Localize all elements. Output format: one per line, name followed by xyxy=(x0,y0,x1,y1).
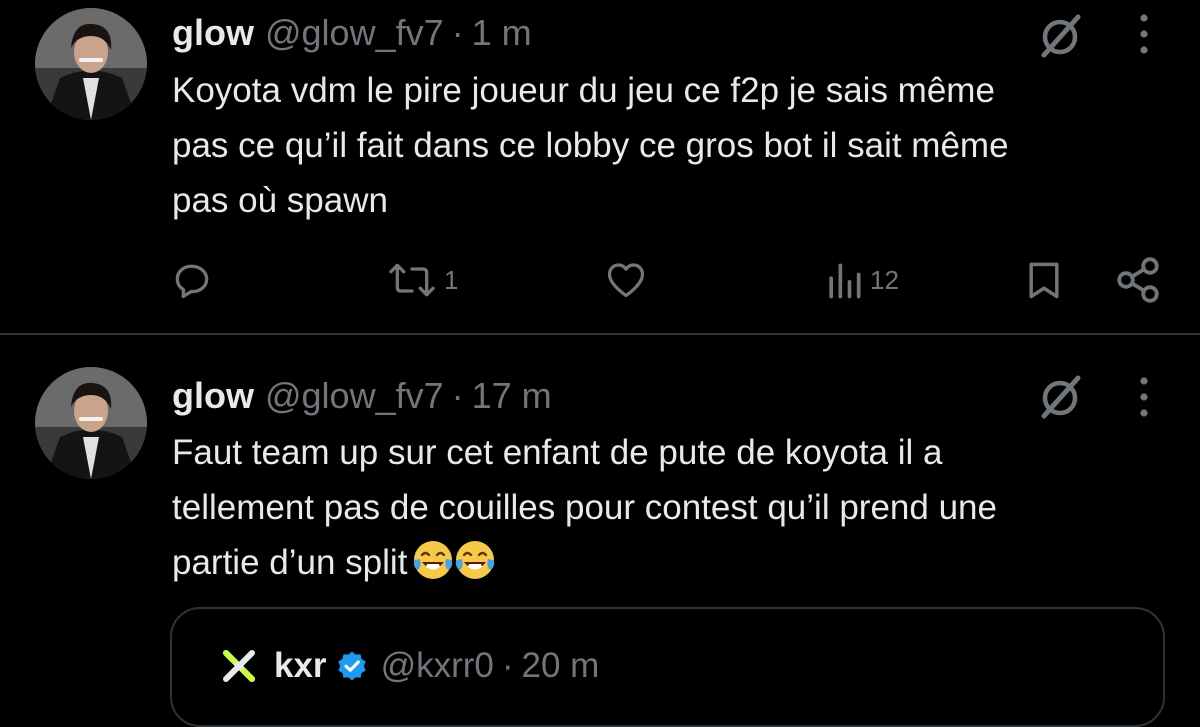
repost-button[interactable]: 1 xyxy=(386,252,458,308)
views-button[interactable]: 12 xyxy=(824,252,899,308)
face-with-tears-of-joy-icon xyxy=(414,541,453,579)
quote-timestamp[interactable]: 20 m xyxy=(522,641,600,691)
tweet-text: Koyota vdm le pire joueur du jeu ce f2p … xyxy=(172,71,1009,220)
tweet[interactable]: glow @glow_fv7 · 1 m Koyota vdm le pire … xyxy=(0,0,1200,333)
user-handle[interactable]: @glow_fv7 xyxy=(265,371,444,421)
display-name[interactable]: glow xyxy=(172,8,254,58)
grok-icon[interactable] xyxy=(1032,9,1088,65)
like-button[interactable] xyxy=(602,252,656,308)
grok-icon[interactable] xyxy=(1032,370,1088,426)
reply-button[interactable] xyxy=(170,252,220,308)
quoted-tweet[interactable]: kxr @kxrr0 · 20 m xyxy=(170,607,1165,727)
face-with-tears-of-joy-icon xyxy=(456,541,495,579)
share-button[interactable] xyxy=(1112,252,1164,308)
separator-dot: · xyxy=(501,646,514,685)
repost-count: 1 xyxy=(444,264,459,295)
more-options-icon[interactable] xyxy=(1132,373,1156,421)
views-chart-icon xyxy=(829,263,861,299)
avatar[interactable] xyxy=(35,8,147,120)
separator-dot: · xyxy=(451,375,464,416)
views-count: 12 xyxy=(870,264,899,295)
repost-icon xyxy=(389,263,435,297)
tweet[interactable]: glow @glow_fv7 · 17 m Faut team up sur c… xyxy=(0,335,1200,727)
quote-avatar[interactable] xyxy=(218,645,260,687)
user-handle[interactable]: @glow_fv7 xyxy=(265,8,444,58)
verified-badge-icon xyxy=(337,651,366,681)
display-name[interactable]: glow xyxy=(172,371,254,421)
quote-display-name[interactable]: kxr xyxy=(274,641,327,691)
timestamp[interactable]: 17 m xyxy=(472,371,552,421)
bookmark-button[interactable] xyxy=(1022,252,1066,308)
avatar[interactable] xyxy=(35,367,147,479)
separator-dot: · xyxy=(451,12,464,53)
tweet-text: Faut team up sur cet enfant de pute de k… xyxy=(172,425,1172,590)
quote-user-handle[interactable]: @kxrr0 xyxy=(381,641,494,691)
bookmark-icon xyxy=(1029,262,1059,299)
share-icon xyxy=(1117,257,1159,303)
tweet-text-content: Faut team up sur cet enfant de pute de k… xyxy=(172,433,997,582)
more-options-icon[interactable] xyxy=(1132,10,1156,58)
reply-icon xyxy=(175,264,209,299)
heart-icon xyxy=(607,263,645,298)
timestamp[interactable]: 1 m xyxy=(472,8,532,58)
